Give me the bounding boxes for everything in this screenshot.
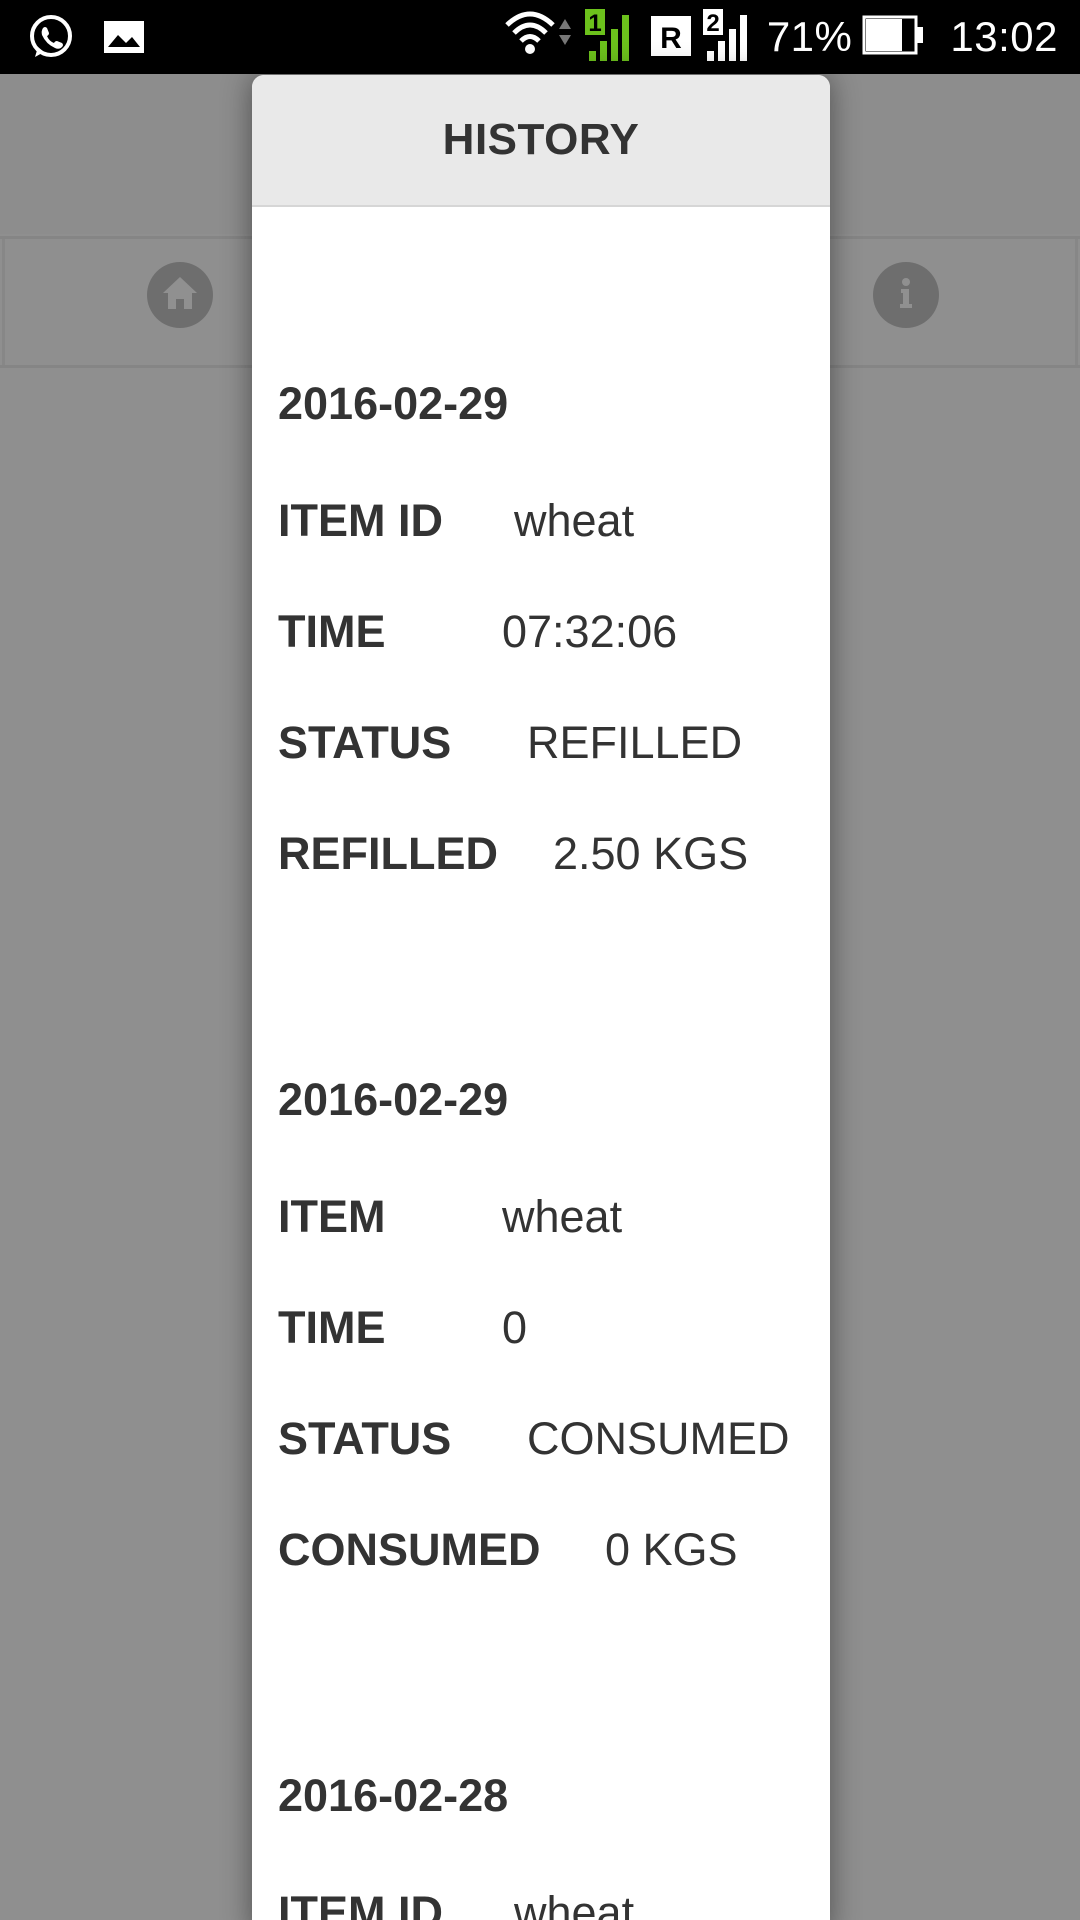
- row-value: 0 KGS: [605, 1524, 738, 1575]
- status-bar-left: [26, 12, 146, 67]
- row-value: 0: [502, 1302, 528, 1353]
- entry-row-item-id: ITEM ID wheat: [278, 495, 634, 609]
- battery-icon: [862, 15, 924, 60]
- row-label: REFILLED: [278, 828, 498, 879]
- home-icon: [160, 273, 200, 318]
- row-value: wheat: [514, 1887, 635, 1920]
- info-icon: [886, 273, 926, 318]
- row-label: ITEM ID: [278, 495, 443, 546]
- entry-date: 2016-02-29: [278, 1074, 509, 1125]
- info-button[interactable]: [873, 262, 939, 328]
- entry-row-status: STATUS REFILLED: [278, 717, 742, 831]
- entry-row-item: ITEM wheat: [278, 1191, 622, 1305]
- row-label: STATUS: [278, 1413, 452, 1464]
- entry-date: 2016-02-29: [278, 378, 509, 429]
- row-label: ITEM ID: [278, 1887, 443, 1920]
- whatsapp-icon: [26, 12, 76, 67]
- svg-text:2: 2: [706, 10, 719, 37]
- roaming-icon: R: [649, 12, 693, 63]
- sim2-signal-icon: 2: [702, 7, 757, 68]
- row-label: CONSUMED: [278, 1524, 541, 1575]
- status-bar-right: 1 R 2 71% 13:02: [503, 0, 1058, 74]
- history-entry: 2016-02-28 ITEM ID wheat: [278, 1770, 634, 1920]
- entry-row-time: TIME 0: [278, 1302, 527, 1416]
- row-value: wheat: [502, 1191, 623, 1242]
- entry-row-item-id: ITEM ID wheat: [278, 1887, 634, 1920]
- wifi-icon: [503, 7, 575, 68]
- battery-percent: 71%: [766, 13, 853, 60]
- image-icon: [102, 19, 146, 60]
- row-value: 07:32:06: [502, 606, 678, 657]
- row-label: ITEM: [278, 1191, 386, 1242]
- row-value: wheat: [514, 495, 635, 546]
- row-label: TIME: [278, 606, 386, 657]
- row-value: REFILLED: [527, 717, 743, 768]
- home-button[interactable]: [147, 262, 213, 328]
- entry-row-status: STATUS CONSUMED: [278, 1413, 790, 1527]
- row-label: STATUS: [278, 717, 452, 768]
- popup-header: HISTORY: [252, 75, 830, 207]
- entry-date: 2016-02-28: [278, 1770, 509, 1821]
- svg-text:1: 1: [588, 10, 601, 37]
- entry-row-time: TIME 07:32:06: [278, 606, 677, 720]
- row-value: 2.50 KGS: [553, 828, 749, 879]
- status-bar: 1 R 2 71% 13:02: [0, 0, 1080, 74]
- history-entry: 2016-02-29 ITEM ID wheat TIME 07:32:06 S…: [278, 378, 748, 942]
- row-value: CONSUMED: [527, 1413, 790, 1464]
- row-label: TIME: [278, 1302, 386, 1353]
- entry-row-consumed: CONSUMED 0 KGS: [278, 1527, 738, 1638]
- history-entry: 2016-02-29 ITEM wheat TIME 0 STATUS CONS…: [278, 1074, 790, 1638]
- entry-row-refilled: REFILLED 2.50 KGS: [278, 828, 748, 942]
- clock: 13:02: [950, 13, 1058, 60]
- history-popup: HISTORY 2016-02-29 ITEM ID wheat TIME 07…: [252, 75, 830, 1920]
- popup-title: HISTORY: [442, 115, 640, 164]
- svg-text:R: R: [660, 22, 682, 55]
- sim1-signal-icon: 1: [584, 7, 639, 68]
